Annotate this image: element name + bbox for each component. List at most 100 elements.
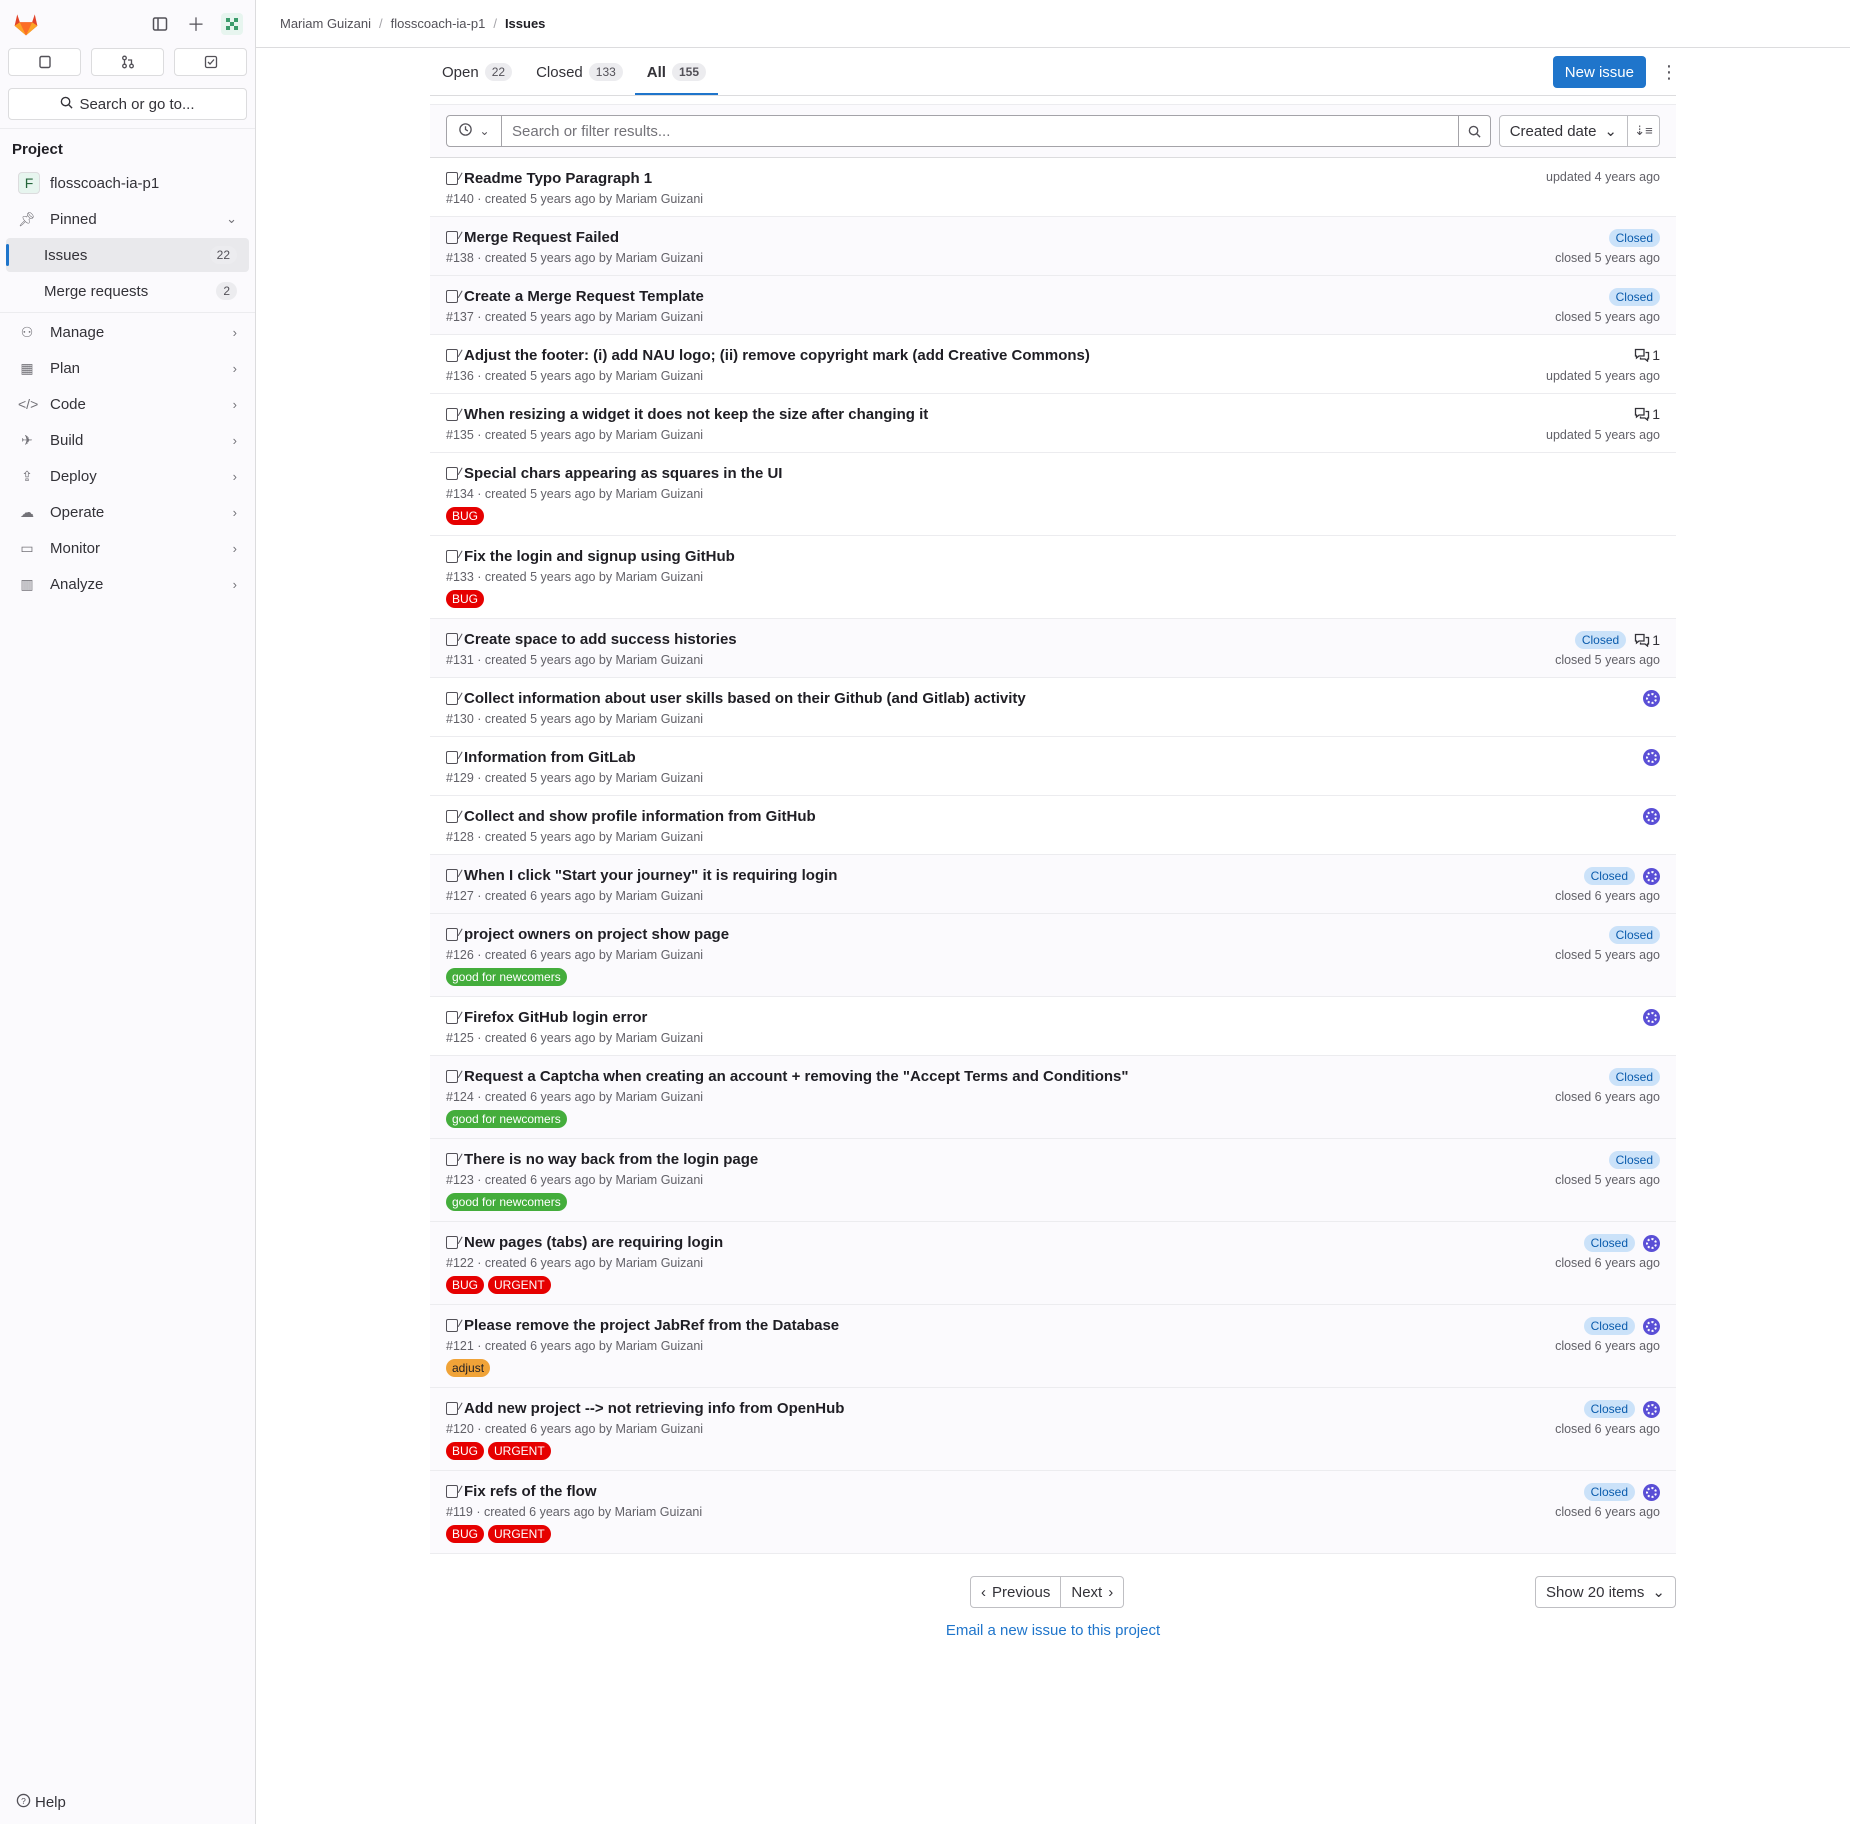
per-page-dropdown[interactable]: Show 20 items ⌄: [1535, 1576, 1676, 1608]
issue-label[interactable]: good for newcomers: [446, 968, 567, 986]
sidebar-item-build[interactable]: ✈ Build ›: [6, 423, 249, 457]
comments-count[interactable]: 1: [1634, 406, 1660, 422]
issue-row[interactable]: project owners on project show page #126 …: [430, 914, 1676, 997]
issue-title[interactable]: Create a Merge Request Template: [464, 288, 704, 305]
issue-row[interactable]: Special chars appearing as squares in th…: [430, 453, 1676, 536]
tab-open[interactable]: Open 22: [430, 63, 524, 95]
assignee-avatar[interactable]: [1643, 867, 1660, 885]
user-avatar[interactable]: [221, 13, 243, 35]
gitlab-logo[interactable]: [12, 10, 40, 38]
sidebar-item-merge-requests[interactable]: Merge requests 2: [6, 274, 249, 308]
issue-title[interactable]: Information from GitLab: [464, 749, 636, 766]
previous-page-button[interactable]: ‹ Previous: [970, 1576, 1062, 1608]
sidebar-project-link[interactable]: F flosscoach-ia-p1: [6, 166, 249, 200]
next-page-button[interactable]: Next ›: [1061, 1576, 1125, 1608]
issue-title[interactable]: Special chars appearing as squares in th…: [464, 465, 782, 482]
issue-row[interactable]: Adjust the footer: (i) add NAU logo; (ii…: [430, 335, 1676, 394]
issue-label[interactable]: BUG: [446, 1276, 485, 1294]
issue-label[interactable]: BUG: [446, 507, 485, 525]
recent-searches-button[interactable]: ⌄: [446, 115, 502, 147]
sidebar-item-code[interactable]: </> Code ›: [6, 387, 249, 421]
issue-row[interactable]: Add new project --> not retrieving info …: [430, 1388, 1676, 1471]
issue-row[interactable]: New pages (tabs) are requiring login #122…: [430, 1222, 1676, 1305]
issue-row[interactable]: Fix refs of the flow #119 · created 6 yea…: [430, 1471, 1676, 1554]
sort-direction-button[interactable]: ⇣≡: [1628, 115, 1660, 147]
search-submit-button[interactable]: [1458, 115, 1491, 147]
assignee-avatar[interactable]: [1643, 1009, 1660, 1026]
comments-count[interactable]: 1: [1634, 347, 1660, 363]
more-actions-icon[interactable]: ⋮: [1660, 62, 1678, 83]
issue-title[interactable]: Create space to add success histories: [464, 631, 737, 648]
assignee-avatar[interactable]: [1643, 1483, 1660, 1501]
issue-row[interactable]: Fix the login and signup using GitHub #13…: [430, 536, 1676, 619]
issue-title[interactable]: When resizing a widget it does not keep …: [464, 406, 928, 423]
assigned-issues-button[interactable]: [8, 48, 81, 76]
issue-row[interactable]: Collect information about user skills ba…: [430, 678, 1676, 737]
issue-row[interactable]: Create space to add success histories #13…: [430, 619, 1676, 678]
issue-title[interactable]: When I click "Start your journey" it is …: [464, 867, 837, 884]
help-button[interactable]: ? Help: [16, 1793, 66, 1812]
assignee-avatar[interactable]: [1643, 808, 1660, 825]
issue-title[interactable]: Request a Captcha when creating an accou…: [464, 1068, 1129, 1085]
issue-title[interactable]: Collect and show profile information fro…: [464, 808, 816, 825]
issue-title[interactable]: project owners on project show page: [464, 926, 729, 943]
breadcrumb-project[interactable]: flosscoach-ia-p1: [391, 16, 486, 31]
issue-title[interactable]: Adjust the footer: (i) add NAU logo; (ii…: [464, 347, 1090, 364]
issue-title[interactable]: Fix refs of the flow: [464, 1483, 597, 1500]
search-button[interactable]: Search or go to...: [8, 88, 247, 120]
sidebar-item-manage[interactable]: ⚇ Manage ›: [6, 315, 249, 349]
issue-row[interactable]: Collect and show profile information fro…: [430, 796, 1676, 855]
issue-row[interactable]: Please remove the project JabRef from th…: [430, 1305, 1676, 1388]
assignee-avatar[interactable]: [1643, 690, 1660, 707]
collapse-sidebar-icon[interactable]: [149, 13, 171, 35]
issue-label[interactable]: good for newcomers: [446, 1110, 567, 1128]
sidebar-item-deploy[interactable]: ⇪ Deploy ›: [6, 459, 249, 493]
search-input[interactable]: [502, 115, 1459, 147]
tab-all[interactable]: All 155: [634, 63, 718, 95]
issue-label[interactable]: adjust: [446, 1359, 491, 1377]
issue-label[interactable]: BUG: [446, 590, 485, 608]
sidebar-item-operate[interactable]: ☁ Operate ›: [6, 495, 249, 529]
issue-title[interactable]: There is no way back from the login page: [464, 1151, 758, 1168]
plus-icon[interactable]: ＋: [185, 13, 207, 35]
sidebar-item-issues[interactable]: Issues 22: [6, 238, 249, 272]
issue-row[interactable]: There is no way back from the login page…: [430, 1139, 1676, 1222]
issue-row[interactable]: Request a Captcha when creating an accou…: [430, 1056, 1676, 1139]
issue-title[interactable]: Readme Typo Paragraph 1: [464, 170, 652, 187]
sidebar-item-analyze[interactable]: ▥ Analyze ›: [6, 567, 249, 601]
issue-title[interactable]: Firefox GitHub login error: [464, 1009, 647, 1026]
issue-title[interactable]: Collect information about user skills ba…: [464, 690, 1026, 707]
email-issue-link[interactable]: Email a new issue to this project: [430, 1622, 1676, 1639]
issue-label[interactable]: BUG: [446, 1442, 485, 1460]
issue-row[interactable]: Information from GitLab #129 · created 5 …: [430, 737, 1676, 796]
sort-dropdown[interactable]: Created date ⌄: [1498, 115, 1628, 147]
tab-closed[interactable]: Closed 133: [524, 63, 635, 95]
issue-label[interactable]: URGENT: [488, 1525, 551, 1543]
issue-label[interactable]: BUG: [446, 1525, 485, 1543]
sidebar-pinned-toggle[interactable]: 📌︎ Pinned ⌄: [6, 202, 249, 236]
issue-label[interactable]: good for newcomers: [446, 1193, 567, 1211]
assignee-avatar[interactable]: [1643, 1317, 1660, 1335]
breadcrumb-current[interactable]: Issues: [505, 16, 545, 31]
issue-title[interactable]: New pages (tabs) are requiring login: [464, 1234, 723, 1251]
assignee-avatar[interactable]: [1643, 1234, 1660, 1252]
issue-title[interactable]: Fix the login and signup using GitHub: [464, 548, 735, 565]
issue-row[interactable]: Merge Request Failed #138 · created 5 yea…: [430, 217, 1676, 276]
issue-row[interactable]: Create a Merge Request Template #137 · cr…: [430, 276, 1676, 335]
new-issue-button[interactable]: New issue: [1552, 56, 1646, 88]
issue-title[interactable]: Please remove the project JabRef from th…: [464, 1317, 839, 1334]
issue-title[interactable]: Add new project --> not retrieving info …: [464, 1400, 844, 1417]
comments-count[interactable]: 1: [1634, 632, 1660, 648]
assignee-avatar[interactable]: [1643, 749, 1660, 766]
issue-title[interactable]: Merge Request Failed: [464, 229, 619, 246]
merge-requests-button[interactable]: [91, 48, 164, 76]
sidebar-item-monitor[interactable]: ▭ Monitor ›: [6, 531, 249, 565]
issue-label[interactable]: URGENT: [488, 1276, 551, 1294]
assignee-avatar[interactable]: [1643, 1400, 1660, 1418]
issue-row[interactable]: When I click "Start your journey" it is …: [430, 855, 1676, 914]
sidebar-item-plan[interactable]: ▦ Plan ›: [6, 351, 249, 385]
issue-label[interactable]: URGENT: [488, 1442, 551, 1460]
todo-list-button[interactable]: [174, 48, 247, 76]
issue-row[interactable]: Readme Typo Paragraph 1 #140 · created 5 …: [430, 158, 1676, 217]
breadcrumb-user[interactable]: Mariam Guizani: [280, 16, 371, 31]
